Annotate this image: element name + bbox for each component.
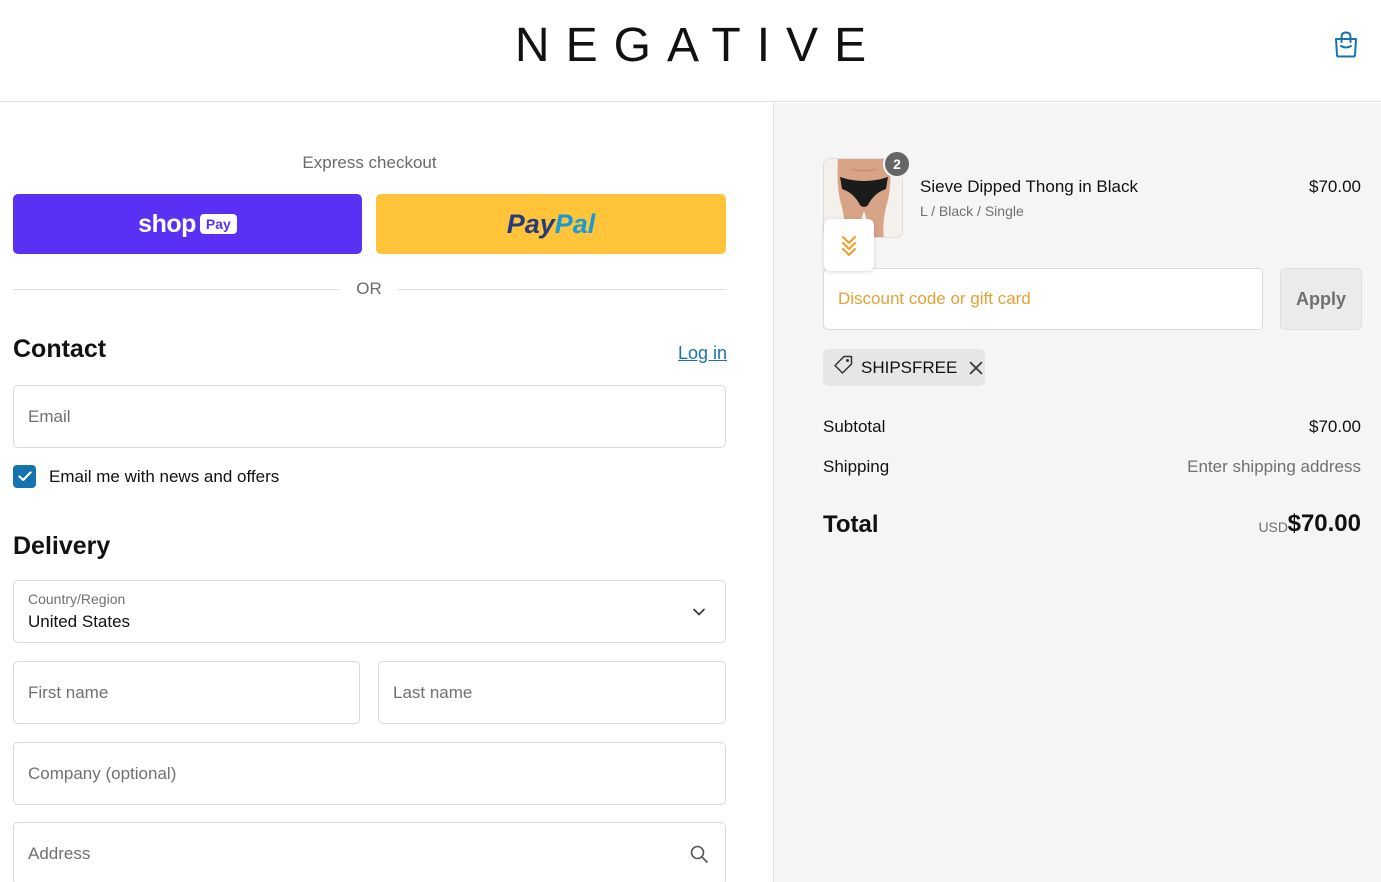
product-price: $70.00 xyxy=(1309,177,1361,196)
total-currency: USD xyxy=(1258,519,1288,535)
chevron-down-icon xyxy=(693,603,705,621)
total-value: $70.00 xyxy=(1287,510,1361,537)
divider-line-right xyxy=(398,289,726,290)
country-label: Country/Region xyxy=(28,591,126,607)
or-label: OR xyxy=(356,279,382,298)
tag-icon xyxy=(833,355,853,380)
discount-code-input[interactable]: Discount code or gift card xyxy=(823,268,1263,330)
newsletter-label[interactable]: Email me with news and offers xyxy=(49,467,279,487)
subtotal-value: $70.00 xyxy=(1309,417,1361,436)
login-link[interactable]: Log in xyxy=(678,343,727,364)
express-checkout-label: Express checkout xyxy=(302,153,437,172)
address-field[interactable]: Address xyxy=(13,822,726,882)
divider-line-left xyxy=(13,289,340,290)
paypal-wordmark-pal: Pal xyxy=(554,208,596,239)
discount-code-label: SHIPSFREE xyxy=(861,357,958,377)
delivery-heading: Delivery xyxy=(13,532,111,560)
total-label: Total xyxy=(823,511,879,538)
or-divider: OR xyxy=(13,279,726,299)
shop-pay-button[interactable]: shop Pay xyxy=(13,194,362,254)
email-field[interactable]: Email xyxy=(13,385,726,448)
applied-discount-tag: SHIPSFREE xyxy=(823,349,985,386)
first-name-field[interactable]: First name xyxy=(13,661,360,724)
checkout-form: Express checkout shop Pay Pay Pal OR Cont… xyxy=(0,103,773,882)
shipping-label: Shipping xyxy=(823,457,890,476)
shop-pay-wordmark: shop xyxy=(138,209,196,238)
country-select[interactable]: Country/Region United States xyxy=(13,580,726,643)
shopping-bag-icon[interactable] xyxy=(1333,30,1359,58)
search-icon[interactable] xyxy=(690,845,708,868)
address-placeholder: Address xyxy=(28,843,91,863)
last-name-placeholder: Last name xyxy=(393,682,473,702)
last-name-field[interactable]: Last name xyxy=(378,661,726,724)
email-placeholder: Email xyxy=(28,406,71,426)
company-placeholder: Company (optional) xyxy=(28,763,177,783)
product-variant: L / Black / Single xyxy=(920,203,1024,219)
shipping-value: Enter shipping address xyxy=(1187,457,1361,476)
apply-discount-button[interactable]: Apply xyxy=(1280,268,1362,330)
rewards-widget-icon[interactable] xyxy=(824,219,874,271)
checkmark-icon xyxy=(17,471,32,482)
quantity-badge: 2 xyxy=(883,150,911,178)
store-logo[interactable]: NEGATIVE xyxy=(0,18,1381,73)
country-value: United States xyxy=(28,612,131,631)
paypal-wordmark-pay: Pay xyxy=(506,208,555,239)
subtotal-label: Subtotal xyxy=(823,417,886,436)
newsletter-checkbox[interactable] xyxy=(13,465,36,488)
remove-discount-icon[interactable] xyxy=(969,361,983,375)
contact-heading: Contact xyxy=(13,335,107,363)
discount-placeholder: Discount code or gift card xyxy=(838,289,1031,308)
order-summary: 2 Sieve Dipped Thong in Black L / Black … xyxy=(773,103,1381,882)
product-name: Sieve Dipped Thong in Black xyxy=(920,177,1138,196)
header: NEGATIVE xyxy=(0,0,1381,102)
paypal-button[interactable]: Pay Pal xyxy=(376,194,726,254)
first-name-placeholder: First name xyxy=(28,682,109,702)
shop-pay-badge: Pay xyxy=(199,214,237,234)
company-field[interactable]: Company (optional) xyxy=(13,742,726,805)
